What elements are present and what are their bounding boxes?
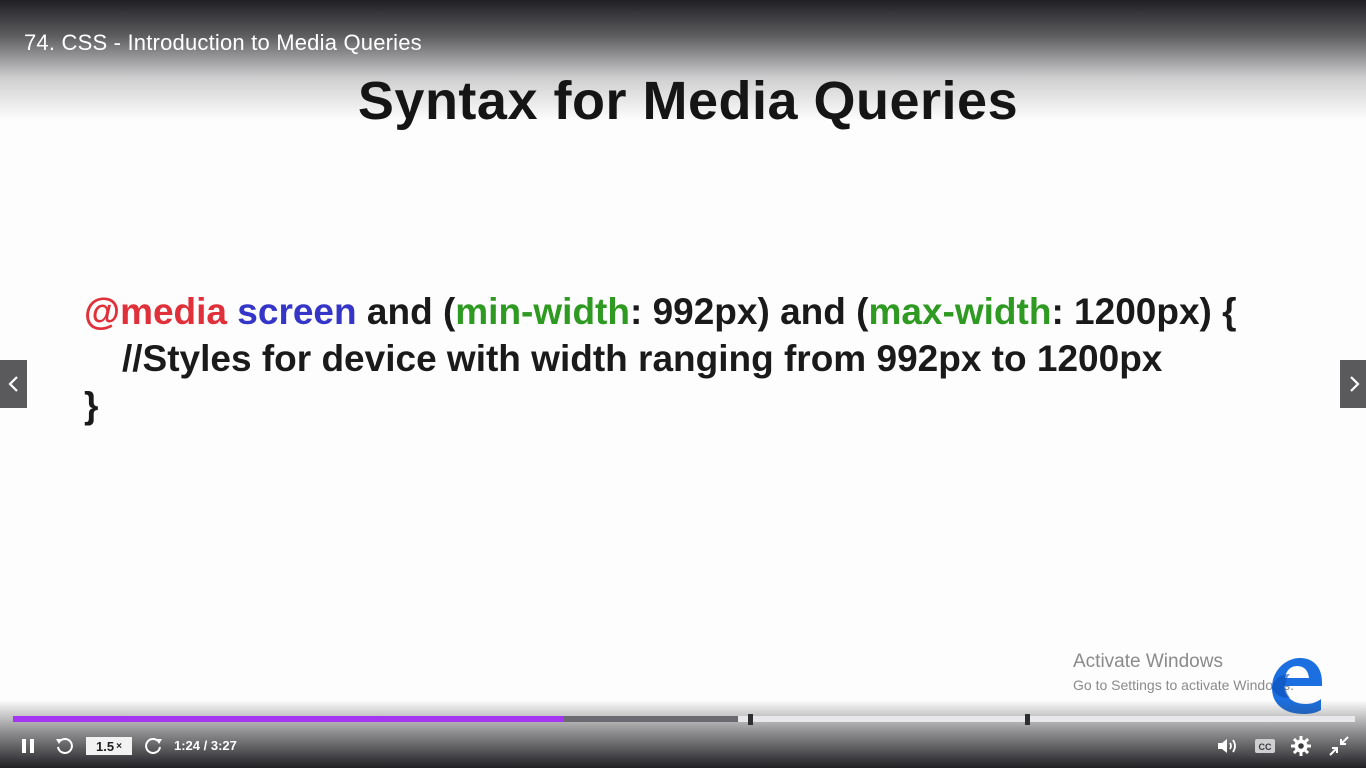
settings-button[interactable] bbox=[1288, 730, 1314, 762]
progress-played bbox=[13, 716, 563, 722]
min-width-keyword: min-width bbox=[455, 291, 630, 332]
media-keyword: @media bbox=[84, 291, 228, 332]
next-lecture-button[interactable] bbox=[1340, 360, 1366, 408]
pause-icon bbox=[22, 739, 34, 753]
progress-bookmark[interactable] bbox=[1025, 714, 1030, 725]
chevron-right-icon bbox=[1349, 376, 1360, 392]
code-and-1: and ( bbox=[356, 291, 456, 332]
progress-bar[interactable] bbox=[13, 714, 1355, 725]
volume-icon bbox=[1218, 739, 1236, 753]
volume-button[interactable] bbox=[1215, 730, 1241, 762]
activate-windows-watermark: Activate Windows Go to Settings to activ… bbox=[1073, 651, 1294, 693]
code-value-2: : 1200px) { bbox=[1051, 291, 1237, 332]
control-bar: 1.5 × 1:24 / 3:27 CC bbox=[0, 730, 1366, 762]
code-line-1: @media screen and (min-width: 992px) and… bbox=[84, 288, 1237, 335]
edge-logo-icon bbox=[1272, 658, 1322, 714]
rewind-button[interactable] bbox=[52, 730, 76, 762]
playback-speed-button[interactable]: 1.5 × bbox=[86, 737, 132, 755]
video-player[interactable]: 74. CSS - Introduction to Media Queries … bbox=[0, 0, 1366, 768]
code-value-1: : 992px) and ( bbox=[629, 291, 869, 332]
code-close-brace: } bbox=[84, 385, 99, 426]
speed-value: 1.5 bbox=[96, 738, 115, 754]
exit-fullscreen-button[interactable] bbox=[1326, 730, 1352, 762]
watermark-subtitle: Go to Settings to activate Windows. bbox=[1073, 677, 1294, 693]
time-display: 1:24 / 3:27 bbox=[174, 738, 237, 753]
screen-keyword: screen bbox=[237, 291, 357, 332]
max-width-keyword: max-width bbox=[868, 291, 1052, 332]
play-pause-button[interactable] bbox=[16, 730, 40, 762]
gear-icon bbox=[1291, 736, 1311, 756]
previous-lecture-button[interactable] bbox=[0, 360, 27, 408]
chevron-left-icon bbox=[7, 376, 18, 392]
code-comment: //Styles for device with width ranging f… bbox=[122, 338, 1163, 379]
rewind-icon bbox=[56, 738, 73, 754]
captions-button[interactable]: CC bbox=[1252, 730, 1278, 762]
captions-icon: CC bbox=[1255, 739, 1275, 753]
speed-suffix: × bbox=[116, 740, 122, 752]
video-title: 74. CSS - Introduction to Media Queries bbox=[24, 30, 422, 55]
forward-button[interactable] bbox=[142, 730, 166, 762]
slide-title: Syntax for Media Queries bbox=[357, 71, 1019, 131]
forward-icon bbox=[145, 738, 162, 754]
progress-bookmark[interactable] bbox=[748, 714, 753, 725]
code-block: @media screen and (min-width: 992px) and… bbox=[84, 288, 1237, 429]
watermark-title: Activate Windows bbox=[1073, 651, 1223, 672]
exit-fullscreen-icon bbox=[1329, 736, 1349, 756]
svg-text:CC: CC bbox=[1259, 742, 1272, 752]
